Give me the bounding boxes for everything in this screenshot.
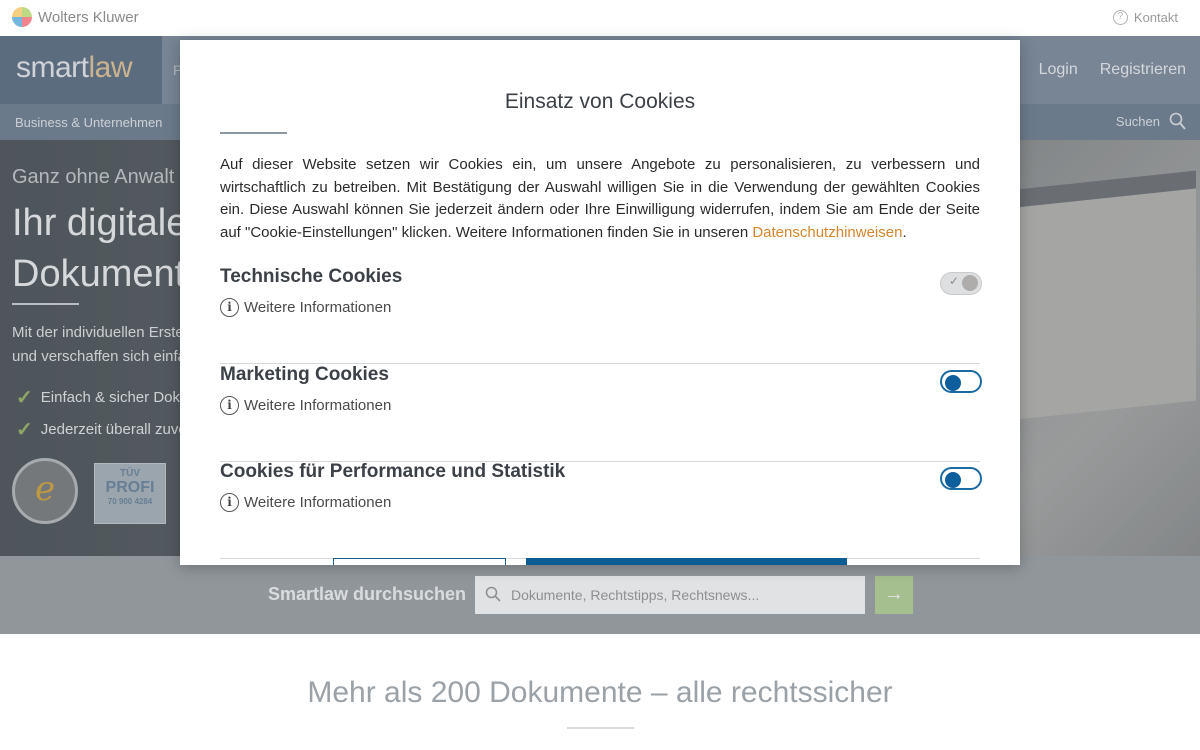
more-info-link[interactable]: i Weitere Informationen xyxy=(220,396,391,415)
more-info-label: Weitere Informationen xyxy=(244,494,392,511)
more-info-link[interactable]: i Weitere Informationen xyxy=(220,298,391,317)
wolters-kluwer-logo-icon xyxy=(12,7,32,27)
info-icon: i xyxy=(220,396,239,415)
more-info-label: Weitere Informationen xyxy=(244,299,392,316)
cookie-dialog-text: Auf dieser Website setzen wir Cookies ei… xyxy=(220,154,980,244)
cookie-category-marketing: Marketing Cookies i Weitere Informatione… xyxy=(220,364,982,462)
question-icon: ? xyxy=(1112,10,1128,25)
check-icon: ✓ xyxy=(949,274,960,288)
toggle-knob xyxy=(945,374,961,391)
more-info-link[interactable]: i Weitere Informationen xyxy=(220,493,391,512)
cookie-category-performance: Cookies für Performance und Statistik i … xyxy=(220,461,982,559)
cookie-consent-dialog: Einsatz von Cookies Auf dieser Website s… xyxy=(180,40,1020,565)
info-icon: i xyxy=(220,493,239,512)
more-info-label: Weitere Informationen xyxy=(244,397,392,414)
cookie-dialog-body-end: . xyxy=(902,223,907,241)
cookie-dialog-divider xyxy=(220,132,287,134)
cookie-category-title: Cookies für Performance und Statistik xyxy=(220,461,566,482)
contact-link[interactable]: ? Kontakt xyxy=(1112,10,1178,25)
toggle-knob xyxy=(962,275,978,291)
technical-cookies-toggle: ✓ xyxy=(940,272,982,295)
privacy-policy-link[interactable]: Datenschutzhinweisen xyxy=(752,224,902,241)
cookie-category-title: Marketing Cookies xyxy=(220,364,389,385)
info-icon: i xyxy=(220,298,239,317)
contact-label: Kontakt xyxy=(1133,10,1178,25)
headline-divider xyxy=(567,727,634,729)
cookie-category-technical: Technische Cookies i Weitere Information… xyxy=(220,266,982,364)
accept-all-button[interactable] xyxy=(526,558,847,565)
documents-headline: Mehr als 200 Dokumente – alle rechtssich… xyxy=(307,676,893,709)
confirm-selection-button[interactable] xyxy=(333,558,506,565)
wolters-kluwer-logo[interactable]: Wolters Kluwer xyxy=(12,7,139,27)
utility-bar: Wolters Kluwer ? Kontakt xyxy=(0,0,1200,36)
performance-cookies-toggle[interactable] xyxy=(940,467,982,490)
wolters-kluwer-label: Wolters Kluwer xyxy=(38,8,139,26)
cookie-dialog-title: Einsatz von Cookies xyxy=(504,90,696,113)
marketing-cookies-toggle[interactable] xyxy=(940,370,982,393)
toggle-knob xyxy=(945,471,961,488)
cookie-category-title: Technische Cookies xyxy=(220,266,403,287)
